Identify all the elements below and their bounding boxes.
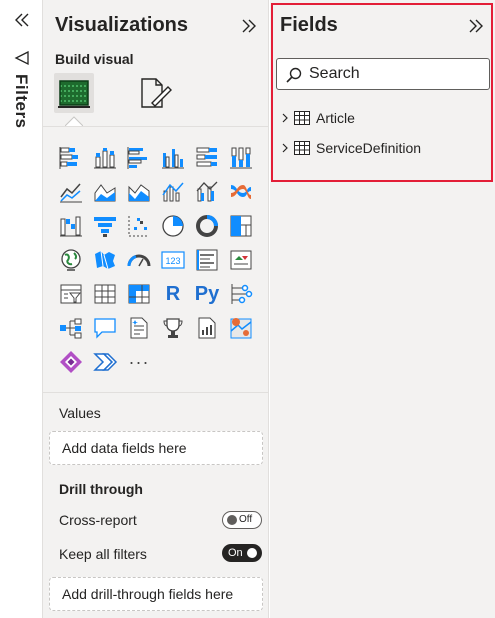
more-visuals-icon[interactable]: ··· [122,345,156,379]
visualizations-pane: Visualizations Build visual 123 R Py ···… [43,0,269,618]
area-chart-icon[interactable] [88,175,122,209]
table-item-label: ServiceDefinition [316,140,422,156]
key-influencers-icon[interactable] [224,277,258,311]
chevron-right-icon[interactable] [280,142,290,154]
gauge-icon[interactable] [122,243,156,277]
paginated-report-icon[interactable] [190,311,224,345]
matrix-icon[interactable] [122,277,156,311]
waterfall-chart-icon[interactable] [54,209,88,243]
stacked-bar-chart-icon[interactable] [54,141,88,175]
filter-icon[interactable] [14,50,30,66]
multi-row-card-icon[interactable] [190,243,224,277]
keep-all-filters-label: Keep all filters [59,546,147,562]
clustered-column-chart-icon[interactable] [156,141,190,175]
python-visual-icon[interactable]: Py [190,277,224,311]
fields-title: Fields [280,14,338,36]
table-icon[interactable] [88,277,122,311]
power-apps-icon[interactable] [54,345,88,379]
power-automate-icon[interactable] [88,345,122,379]
section-divider [43,392,269,393]
filters-label-text: Filters [12,74,31,129]
toggle-knob [227,515,237,525]
table-icon [294,141,310,155]
py-label: Py [194,282,220,305]
decomposition-tree-icon[interactable] [54,311,88,345]
fields-pane: Fields Article ServiceDefinition [270,0,495,618]
kpi-icon[interactable] [224,243,258,277]
table-item-article[interactable]: Article [280,107,480,129]
metrics-icon[interactable] [156,311,190,345]
build-visual-tab[interactable] [54,73,94,113]
card-icon[interactable]: 123 [156,243,190,277]
donut-chart-icon[interactable] [190,209,224,243]
treemap-icon[interactable] [224,209,258,243]
drill-through-heading: Drill through [59,481,143,497]
line-chart-icon[interactable] [54,175,88,209]
toggle-knob [247,548,257,558]
svg-text:123: 123 [165,256,180,266]
map-icon[interactable] [54,243,88,277]
table-icon [294,111,310,125]
100-stacked-column-chart-icon[interactable] [224,141,258,175]
stacked-area-chart-icon[interactable] [122,175,156,209]
visualizations-title: Visualizations [55,14,189,36]
build-visual-icon [58,80,90,108]
chevron-right-icon[interactable] [280,112,290,124]
line-and-clustered-column-chart-icon[interactable] [190,175,224,209]
build-visual-label: Build visual [55,51,134,67]
azure-map-icon[interactable] [224,311,258,345]
stacked-column-chart-icon[interactable] [88,141,122,175]
smart-narrative-icon[interactable] [122,311,156,345]
keep-all-filters-toggle[interactable]: On [222,544,262,562]
drill-through-dropzone[interactable]: Add drill-through fields here [49,577,263,611]
clustered-bar-chart-icon[interactable] [122,141,156,175]
filters-pane: Filters [0,0,43,618]
search-box[interactable] [276,58,490,90]
visual-types-grid: 123 R Py ··· [54,141,264,379]
more-visuals-label: ··· [128,351,150,372]
values-label: Values [59,405,101,421]
tab-divider [43,126,269,127]
active-tab-pointer [65,116,83,127]
ribbon-chart-icon[interactable] [224,175,258,209]
cross-report-toggle[interactable]: Off [222,511,262,529]
expand-right-icon[interactable] [466,16,486,36]
expand-right-icon[interactable] [239,16,259,36]
values-dropzone[interactable]: Add data fields here [49,431,263,465]
line-and-stacked-column-chart-icon[interactable] [156,175,190,209]
scatter-chart-icon[interactable] [122,209,156,243]
search-input[interactable] [309,63,485,85]
table-item-servicedefinition[interactable]: ServiceDefinition [280,137,480,159]
format-visual-tab[interactable] [134,73,174,113]
format-visual-icon [141,78,172,108]
table-item-label: Article [316,110,355,126]
qa-visual-icon[interactable] [88,311,122,345]
cross-report-state: Off [239,514,253,525]
filters-label[interactable]: Filters [4,74,38,154]
filled-map-icon[interactable] [88,243,122,277]
100-stacked-bar-chart-icon[interactable] [190,141,224,175]
slicer-icon[interactable] [54,277,88,311]
funnel-chart-icon[interactable] [88,209,122,243]
cross-report-label: Cross-report [59,512,137,528]
search-icon [286,67,302,83]
r-label: R [165,282,181,305]
pie-chart-icon[interactable] [156,209,190,243]
r-script-visual-icon[interactable]: R [156,277,190,311]
collapse-left-icon[interactable] [12,10,32,30]
keep-all-filters-state: On [228,547,243,559]
